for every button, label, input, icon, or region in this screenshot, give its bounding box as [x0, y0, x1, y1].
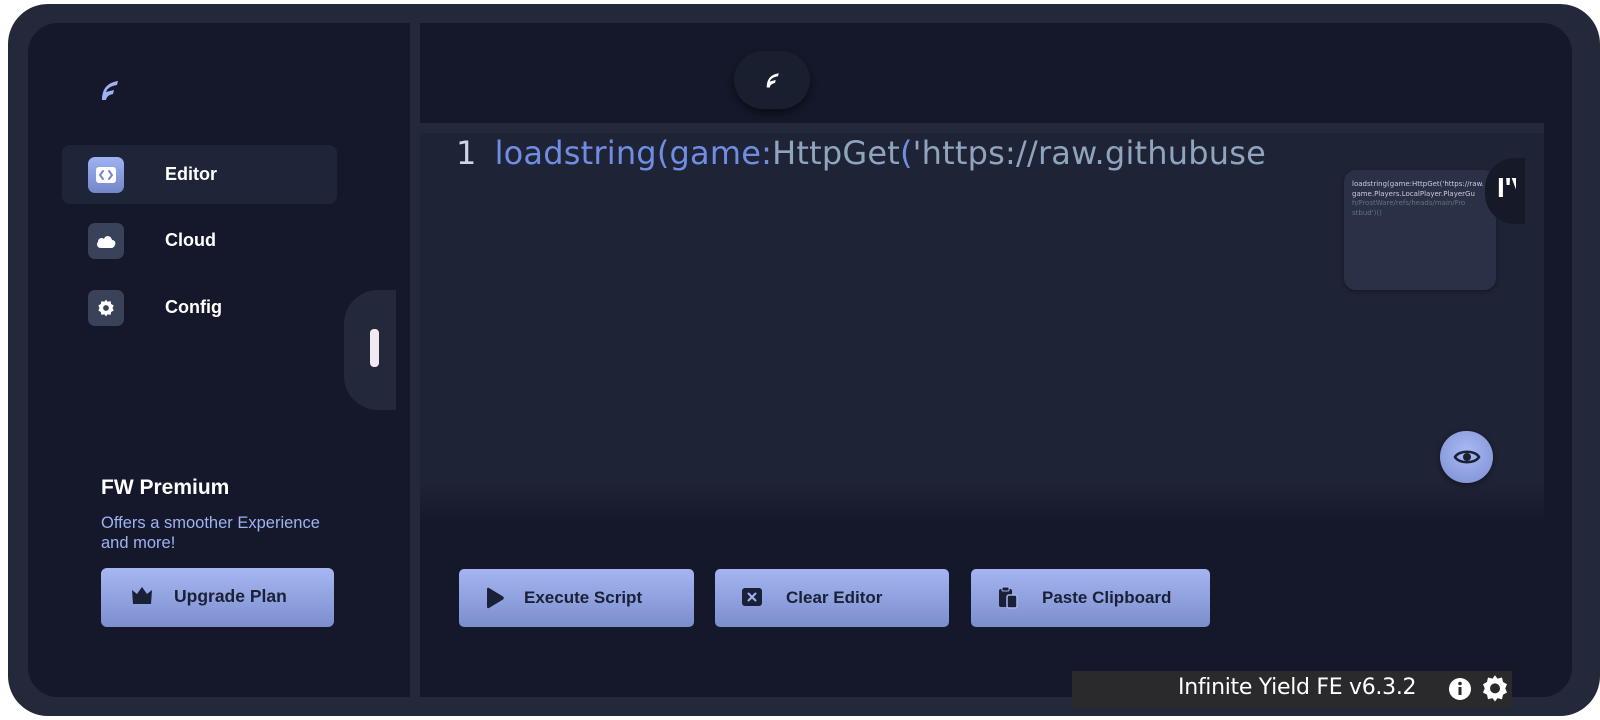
code-token-function: loadstring: [494, 134, 657, 172]
execute-script-button[interactable]: Execute Script: [459, 569, 694, 627]
code-token-method: HttpGet: [772, 134, 900, 172]
clear-editor-button[interactable]: Clear Editor: [715, 569, 949, 627]
code-minimap[interactable]: loadstring(game:HttpGet('https://raw. ga…: [1344, 170, 1496, 290]
app-logo-icon: [766, 73, 779, 88]
sidebar-collapse-handle[interactable]: [370, 329, 379, 367]
code-token-string: 'https://raw.githubuse: [912, 134, 1266, 172]
upgrade-plan-label: Upgrade Plan: [174, 586, 287, 606]
sidebar-item-editor[interactable]: Editor: [62, 145, 337, 204]
code-token-paren: (: [899, 134, 913, 172]
code-icon: [88, 156, 124, 193]
upgrade-plan-button[interactable]: Upgrade Plan: [101, 568, 334, 627]
code-line[interactable]: 1 loadstring(game:HttpGet('https://raw.gi…: [426, 128, 1276, 178]
status-bar: Infinite Yield FE v6.3.2: [1072, 671, 1512, 708]
minimap-line: game.Players.LocalPlayer.PlayerGu: [1352, 189, 1475, 198]
code-token-paren: (: [656, 134, 670, 172]
execute-script-label: Execute Script: [524, 588, 643, 607]
close-icon: [742, 588, 762, 606]
play-icon: [487, 587, 504, 609]
crown-icon: [132, 587, 152, 604]
sidebar-item-config[interactable]: Config: [62, 278, 337, 337]
sidebar-divider: [410, 23, 420, 697]
premium-description: Offers a smoother Experience and more!: [101, 514, 320, 552]
sidebar-item-cloud[interactable]: Cloud: [62, 211, 337, 270]
center-logo-badge: [734, 51, 810, 109]
cloud-icon: [88, 222, 124, 259]
sidebar-item-label: Editor: [165, 164, 217, 184]
sidebar-item-label: Cloud: [165, 230, 216, 250]
gear-icon[interactable]: [1480, 674, 1510, 704]
app-logo-icon: [102, 81, 118, 100]
minimap-line: stbud')(): [1352, 208, 1382, 217]
info-icon[interactable]: [1448, 677, 1472, 701]
status-bar-title: Infinite Yield FE v6.3.2: [1178, 675, 1417, 700]
code-token-game: game:: [669, 134, 773, 172]
gear-icon: [88, 289, 124, 326]
clipboard-icon: [999, 586, 1018, 609]
paste-clipboard-button[interactable]: Paste Clipboard: [971, 569, 1210, 627]
paste-clipboard-label: Paste Clipboard: [1042, 588, 1172, 607]
sidebar-item-label: Config: [165, 297, 222, 317]
minimap-line: h/FrostWare/refs/heads/main/Fro: [1352, 199, 1466, 207]
clear-editor-label: Clear Editor: [786, 588, 883, 607]
premium-title: FW Premium: [101, 476, 230, 499]
toggle-visibility-button[interactable]: [1440, 431, 1493, 483]
line-number: 1: [456, 134, 477, 172]
minimap-corner-text: I'V: [1497, 172, 1516, 203]
eye-icon: [1453, 450, 1480, 464]
minimap-line: loadstring(game:HttpGet('https://raw.: [1352, 180, 1484, 188]
